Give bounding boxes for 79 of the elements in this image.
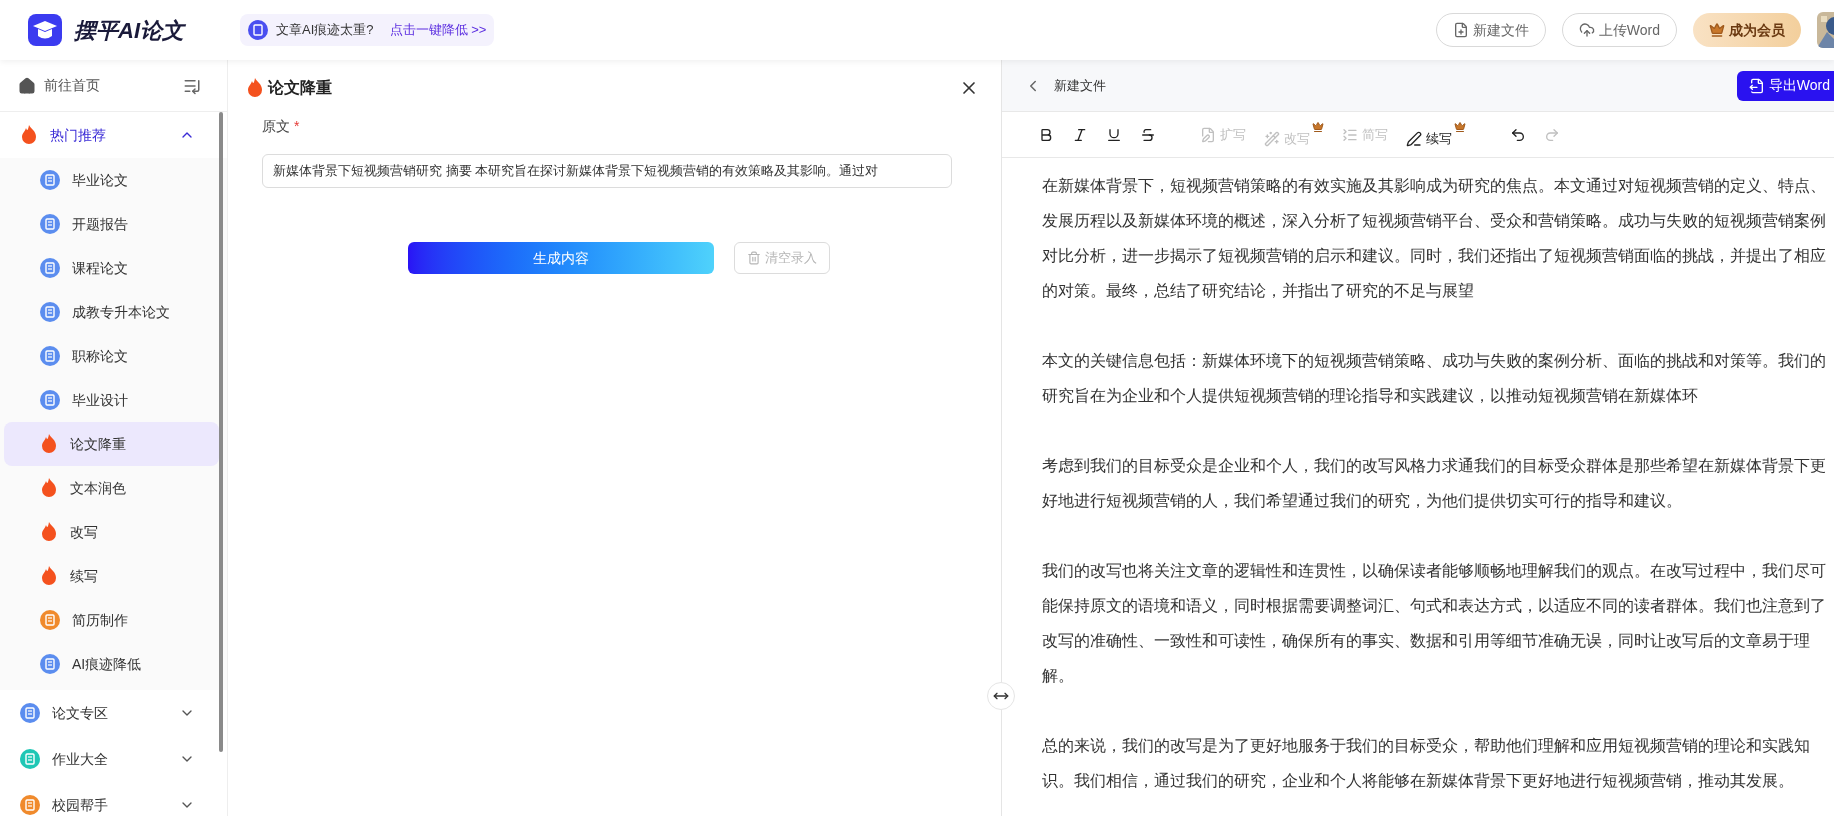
bold-button[interactable] [1038, 126, 1054, 143]
list-icon [1342, 126, 1358, 143]
resume-icon [40, 610, 60, 630]
notice-link[interactable]: 点击一键降低 >> [389, 20, 487, 40]
paragraph: 总的来说，我们的改写是为了更好地服务于我们的目标受众，帮助他们理解和应用短视频营销的理论和实践知识。我们相信，通过我们的研究，企业和个人将能够在新媒体背景下更好地进行短视频营销，推动其发展。 [1042, 736, 1811, 791]
pen-document-icon [1200, 126, 1216, 143]
paragraph: 考虑到我们的目标受众是企业和个人，我们的改写风格力求通我们的目标受众群体是那些希望在新媒体背景下更好地进行短视频营销的人，我们希望通过我们的研究，为他们提供切实可行的指导和建议。 [1042, 456, 1826, 511]
pen-line-icon [1406, 130, 1422, 147]
trash-icon [747, 251, 761, 265]
italic-button[interactable] [1072, 126, 1088, 143]
document-icon [40, 302, 60, 322]
crown-icon [1709, 22, 1725, 38]
sidebar-item[interactable]: 职称论文 [4, 334, 219, 378]
group-label: 论文专区 [52, 703, 108, 723]
upload-icon [1578, 22, 1595, 38]
paragraph: 本文的关键信息包括：新媒体环境下的短视频营销策略、成功与失败的案例分析、面临的挑战和对策等。我们的研究旨在为企业和个人提供短视频营销的理论指导和实践建议，以推动短视频营销在新媒体环 [1042, 351, 1826, 406]
undo-icon [1510, 126, 1526, 143]
sidebar-item[interactable]: AI痕迹降低 [4, 642, 219, 686]
home-link[interactable]: 前往首页 [44, 75, 100, 96]
sidebar-item[interactable]: 毕业设计 [4, 378, 219, 422]
membership-button[interactable]: 成为会员 [1693, 13, 1801, 47]
sidebar-item[interactable]: 文本润色 [4, 466, 219, 510]
document-icon [40, 214, 60, 234]
flame-icon [246, 78, 264, 98]
redo-icon [1544, 126, 1560, 143]
document-icon [40, 170, 60, 190]
export-button[interactable]: 导出Word [1736, 70, 1834, 101]
sidebar-item[interactable]: 课程论文 [4, 246, 219, 290]
group-label: 校园帮手 [52, 795, 108, 815]
sidebar-group[interactable]: 作业大全 [0, 736, 227, 782]
underline-button[interactable] [1106, 126, 1122, 143]
home-icon [18, 76, 36, 95]
document-icon [40, 346, 60, 366]
logo-icon [28, 14, 62, 46]
sidebar-item[interactable]: 开题报告 [4, 202, 219, 246]
sidebar-item[interactable]: 论文降重 [4, 422, 219, 466]
document-icon [40, 654, 60, 674]
paragraph: 在新媒体背景下，短视频营销策略的有效实施及其影响成为研究的焦点。本文通过对短视频营销的定义、特点、发展历程以及新媒体环境的概述，深入分析了短视频营销平台、受众和营销策略。成功与失败的短视频营销案例对比分析，进一步揭示了短视频营销的启示和建议。同时，我们还指出了短视频营销面临的挑战，并提出了相应的对策。最终，总结了研究结论，并指出了研究的不足与展望 [1042, 176, 1826, 301]
export-icon [1748, 77, 1765, 94]
document-icon [40, 258, 60, 278]
group-label: 作业大全 [52, 749, 108, 769]
file-plus-icon [1452, 22, 1469, 38]
flame-icon [40, 566, 58, 586]
sidebar-item[interactable]: 续写 [4, 554, 219, 598]
strikethrough-button[interactable] [1140, 126, 1156, 143]
logo-text: 摆平AI论文 [74, 16, 184, 45]
sidebar-group[interactable]: 校园帮手 [0, 782, 227, 816]
document-icon [248, 20, 268, 40]
italic-icon [1072, 126, 1088, 143]
book-icon [20, 749, 40, 769]
input-field[interactable]: 新媒体背景下短视频营销研究 摘要 本研究旨在探讨新媒体背景下短视频营销的有效策略及其影响。通过对 [262, 154, 952, 188]
sidebar-item[interactable]: 简历制作 [4, 598, 219, 642]
generate-button[interactable]: 生成内容 [408, 242, 714, 274]
document-title: 新建文件 [1054, 76, 1106, 95]
sidebar-item[interactable]: 毕业论文 [4, 158, 219, 202]
underline-icon [1106, 126, 1122, 143]
sidebar-item[interactable]: 成教专升本论文 [4, 290, 219, 334]
flame-icon [40, 478, 58, 498]
strikethrough-icon [1140, 126, 1156, 143]
magic-wand-icon [1264, 130, 1280, 147]
flame-icon [40, 522, 58, 542]
paragraph: 我们的改写也将关注文章的逻辑性和连贯性，以确保读者能够顺畅地理解我们的观点。在改写过程中，我们尽可能保持原文的语境和语义，同时根据需要调整词汇、句式和表达方式，以适应不同的读者群体。我们也注意到了改写的准确性、一致性和可读性，确保所有的事实、数据和引用等细节准确无误，同时让改写后的文章易于理解。 [1042, 561, 1826, 686]
sidebar-group[interactable]: 论文专区 [0, 690, 227, 736]
flame-icon [20, 125, 38, 145]
group-label: 热门推荐 [50, 125, 106, 145]
panel-title: 论文降重 [268, 78, 332, 98]
undo-button[interactable] [1510, 126, 1526, 143]
notice-text: 文章AI痕迹太重? [276, 21, 374, 40]
scrollbar[interactable] [219, 112, 223, 752]
document-icon [40, 390, 60, 410]
bold-icon [1038, 126, 1054, 143]
sidebar-item[interactable]: 改写 [4, 510, 219, 554]
document-icon [20, 703, 40, 723]
toolbar-button[interactable]: 续写 [1406, 120, 1466, 149]
flame-icon [40, 434, 58, 454]
sidebar-group[interactable]: 热门推荐 [0, 112, 227, 158]
resize-handle[interactable] [987, 682, 1015, 710]
required-mark: * [294, 118, 300, 134]
field-label: 原文 [262, 118, 290, 134]
